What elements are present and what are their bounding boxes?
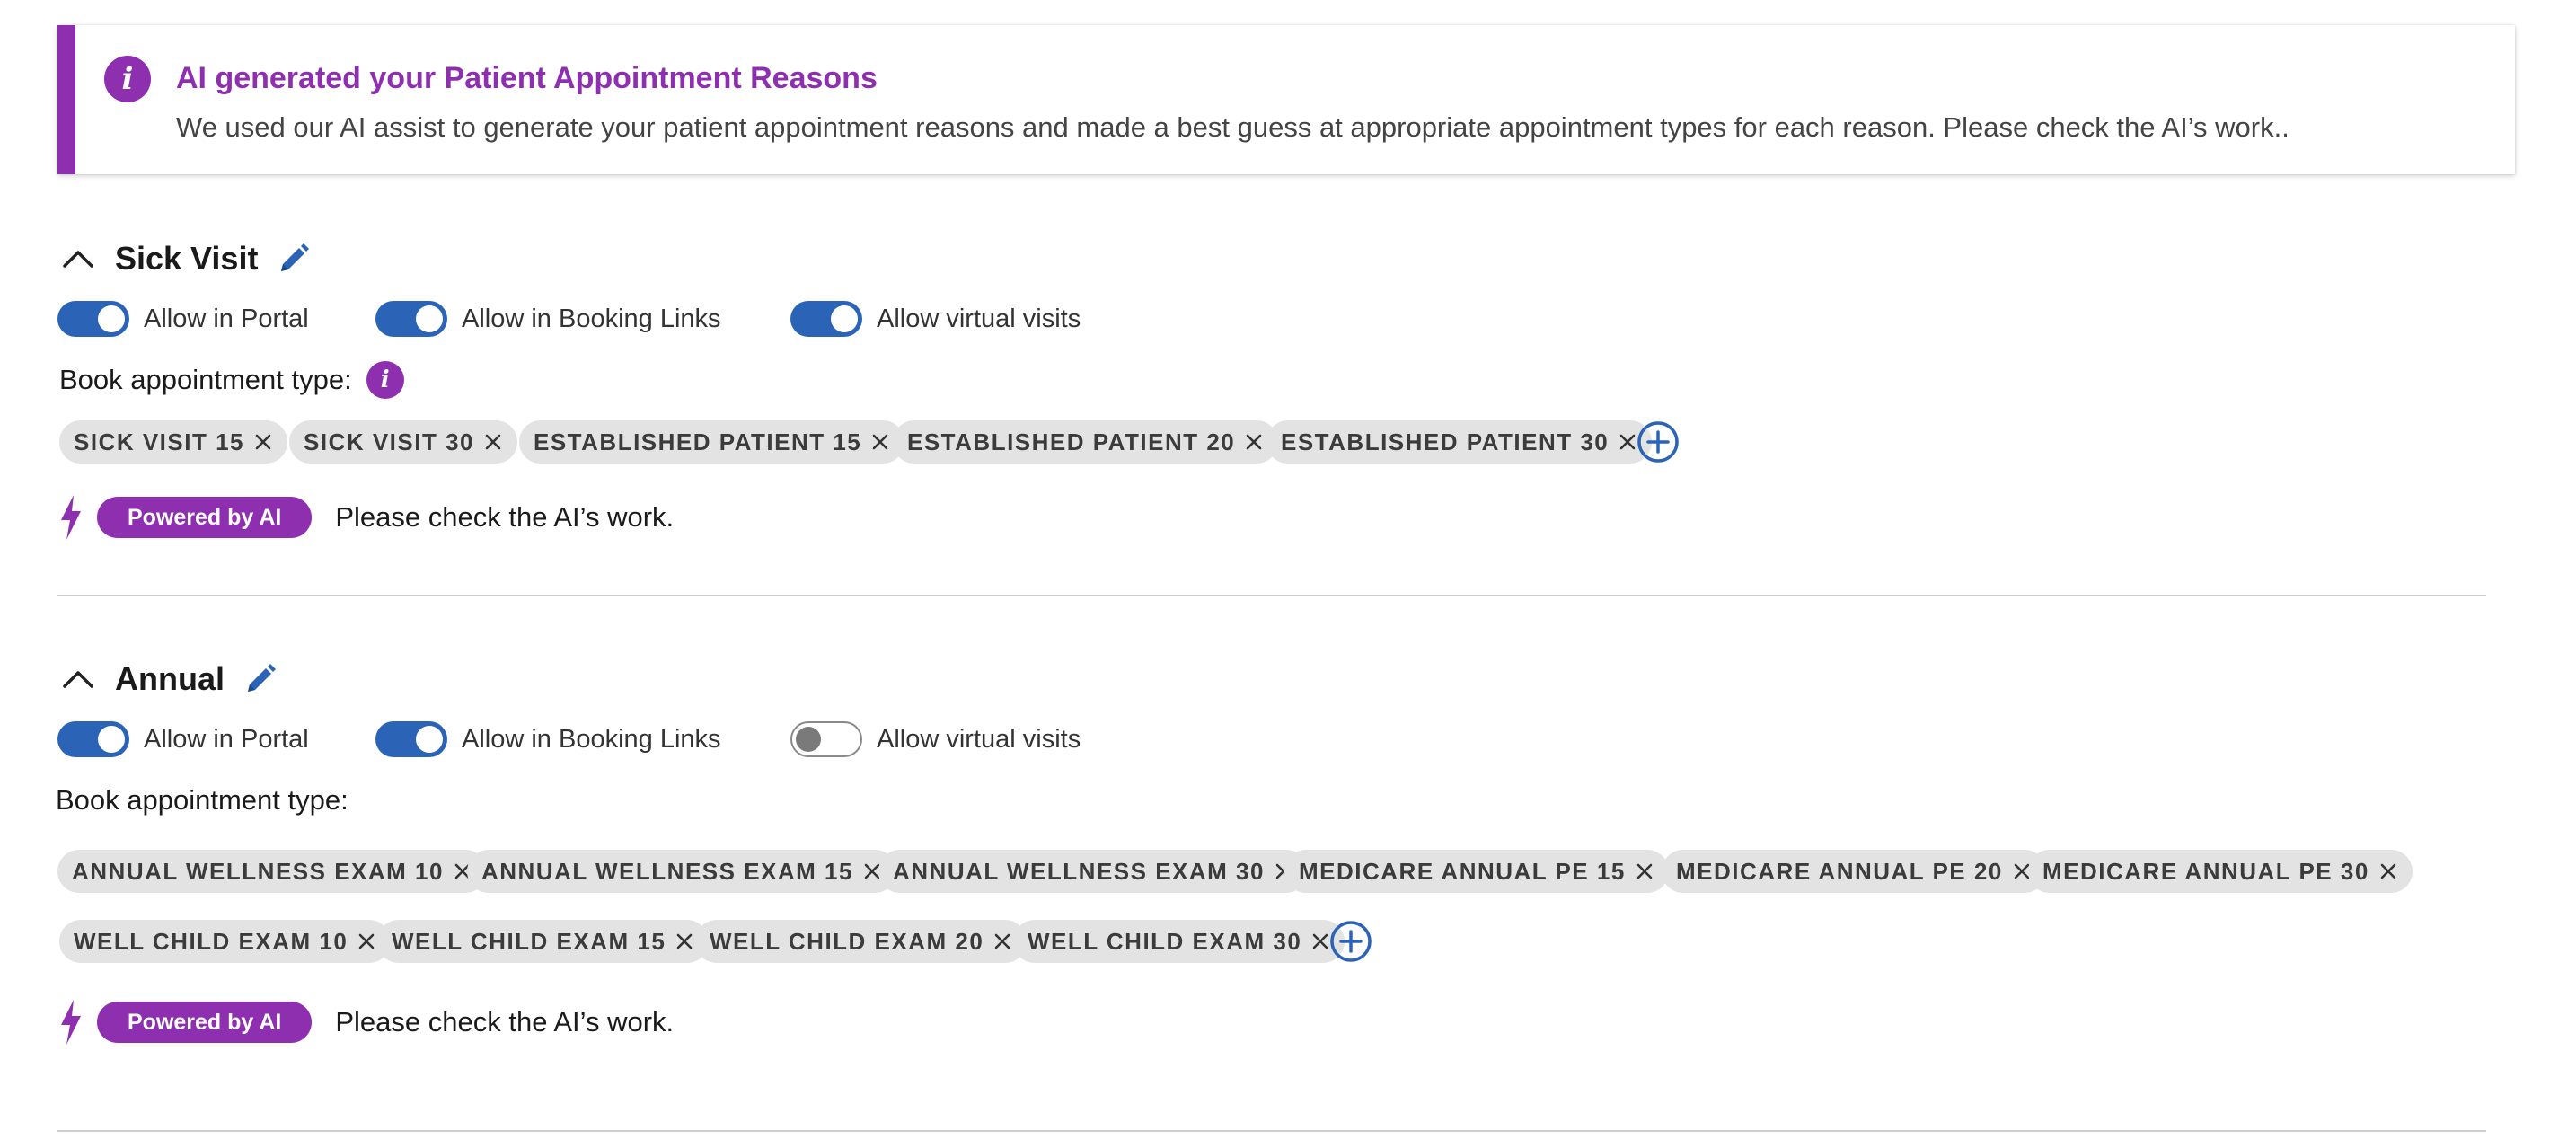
appointment-type-chip: ANNUAL WELLNESS EXAM 15 [467, 850, 896, 893]
ai-check-note: Please check the AI’s work. [335, 1006, 675, 1038]
appointment-type-chip: SICK VISIT 15 [59, 420, 287, 464]
chip-label: MEDICARE ANNUAL PE 20 [1676, 857, 2003, 885]
toggle-label: Allow in Booking Links [462, 724, 721, 754]
collapse-chevron-up-icon[interactable] [57, 658, 99, 700]
banner-message: We used our AI assist to generate your p… [176, 111, 2289, 143]
toggle-allow-in-portal: Allow in Portal [57, 296, 309, 341]
appointment-type-chip: MEDICARE ANNUAL PE 20 [1662, 850, 2046, 893]
edit-pencil-icon[interactable] [276, 241, 312, 277]
book-appointment-type-row: Book appointment type: [56, 778, 348, 823]
book-appointment-type-row: Book appointment type: i [59, 358, 404, 402]
appointment-type-chip: ESTABLISHED PATIENT 20 [893, 420, 1279, 464]
chip-row: SICK VISIT 15 SICK VISIT 30 ESTABLISHED … [57, 420, 2519, 464]
chip-label: WELL CHILD EXAM 30 [1028, 927, 1302, 955]
ai-notice-row: Powered by AI Please check the AI’s work… [57, 492, 674, 543]
book-appointment-type-label: Book appointment type: [59, 364, 352, 395]
appointment-type-chip: ANNUAL WELLNESS EXAM 30 [878, 850, 1308, 893]
book-appointment-type-label: Book appointment type: [56, 784, 348, 816]
chip-label: SICK VISIT 30 [304, 428, 474, 455]
remove-x-icon[interactable] [1242, 430, 1266, 454]
chip-label: ESTABLISHED PATIENT 20 [907, 428, 1236, 455]
powered-by-ai-badge: Powered by AI [97, 1002, 313, 1043]
edit-pencil-icon[interactable] [243, 661, 278, 697]
section-title: Annual [115, 660, 225, 697]
chip-row: WELL CHILD EXAM 10 WELL CHILD EXAM 15 WE… [57, 920, 2519, 963]
ai-info-banner: i AI generated your Patient Appointment … [57, 25, 2515, 174]
toggle-label: Allow in Portal [144, 724, 309, 754]
appointment-type-chip: ESTABLISHED PATIENT 15 [519, 420, 905, 464]
chip-label: SICK VISIT 15 [74, 428, 244, 455]
chip-label: WELL CHILD EXAM 20 [710, 927, 984, 955]
allow-in-booking-links-switch[interactable] [375, 721, 447, 757]
appointment-type-chip: WELL CHILD EXAM 10 [59, 920, 392, 963]
appointment-type-chip: MEDICARE ANNUAL PE 30 [2028, 850, 2413, 893]
section-header: Sick Visit [57, 232, 312, 286]
toggle-group: Allow in Portal Allow in Booking Links A… [57, 296, 2483, 341]
section-header: Annual [57, 652, 278, 706]
add-appointment-type-plus-icon[interactable] [1329, 920, 1372, 963]
remove-x-icon[interactable] [673, 930, 696, 953]
toggle-allow-virtual-visits: Allow virtual visits [790, 717, 1081, 762]
appointment-type-chip: SICK VISIT 30 [289, 420, 517, 464]
toggle-label: Allow virtual visits [877, 304, 1081, 333]
remove-x-icon[interactable] [355, 930, 378, 953]
chip-label: MEDICARE ANNUAL PE 15 [1299, 857, 1626, 885]
chip-label: ANNUAL WELLNESS EXAM 10 [72, 857, 444, 885]
chip-label: ANNUAL WELLNESS EXAM 15 [481, 857, 853, 885]
appointment-type-chip: WELL CHILD EXAM 30 [1013, 920, 1345, 963]
allow-in-booking-links-switch[interactable] [375, 301, 447, 337]
allow-in-portal-switch[interactable] [57, 721, 129, 757]
chip-label: WELL CHILD EXAM 10 [74, 927, 348, 955]
remove-x-icon[interactable] [1633, 860, 1656, 883]
toggle-allow-in-portal: Allow in Portal [57, 717, 309, 762]
chip-label: MEDICARE ANNUAL PE 30 [2042, 857, 2369, 885]
remove-x-icon[interactable] [2377, 860, 2400, 883]
info-icon: i [104, 56, 151, 102]
collapse-chevron-up-icon[interactable] [57, 238, 99, 279]
toggle-group: Allow in Portal Allow in Booking Links A… [57, 717, 2483, 762]
chip-row: ANNUAL WELLNESS EXAM 10 ANNUAL WELLNESS … [57, 850, 2519, 893]
appointment-type-chip: MEDICARE ANNUAL PE 15 [1284, 850, 1669, 893]
appointment-type-chip: WELL CHILD EXAM 20 [695, 920, 1028, 963]
allow-in-portal-switch[interactable] [57, 301, 129, 337]
appointment-type-chip: ANNUAL WELLNESS EXAM 10 [57, 850, 487, 893]
remove-x-icon[interactable] [869, 430, 892, 454]
lightning-bolt-icon [57, 999, 84, 1046]
chip-label: ESTABLISHED PATIENT 30 [1281, 428, 1610, 455]
section-divider [57, 595, 2486, 596]
allow-virtual-visits-switch[interactable] [790, 721, 862, 757]
appointment-type-chip: ESTABLISHED PATIENT 30 [1266, 420, 1653, 464]
powered-by-ai-badge: Powered by AI [97, 497, 313, 538]
chip-label: ANNUAL WELLNESS EXAM 30 [893, 857, 1265, 885]
ai-check-note: Please check the AI’s work. [335, 501, 675, 533]
ai-notice-row: Powered by AI Please check the AI’s work… [57, 997, 674, 1047]
toggle-allow-virtual-visits: Allow virtual visits [790, 296, 1081, 341]
section-divider [57, 1130, 2486, 1132]
remove-x-icon[interactable] [251, 430, 275, 454]
banner-accent-bar [57, 25, 75, 174]
section-title: Sick Visit [115, 240, 259, 277]
toggle-allow-in-booking-links: Allow in Booking Links [375, 717, 721, 762]
toggle-label: Allow virtual visits [877, 724, 1081, 754]
toggle-allow-in-booking-links: Allow in Booking Links [375, 296, 721, 341]
toggle-label: Allow in Booking Links [462, 304, 721, 333]
lightning-bolt-icon [57, 494, 84, 541]
chip-label: ESTABLISHED PATIENT 15 [534, 428, 862, 455]
allow-virtual-visits-switch[interactable] [790, 301, 862, 337]
info-icon[interactable]: i [366, 361, 404, 399]
banner-title: AI generated your Patient Appointment Re… [176, 61, 878, 95]
remove-x-icon[interactable] [481, 430, 505, 454]
chip-label: WELL CHILD EXAM 15 [392, 927, 666, 955]
add-appointment-type-plus-icon[interactable] [1636, 420, 1680, 464]
toggle-label: Allow in Portal [144, 304, 309, 333]
appointment-type-chip: WELL CHILD EXAM 15 [377, 920, 710, 963]
remove-x-icon[interactable] [991, 930, 1014, 953]
